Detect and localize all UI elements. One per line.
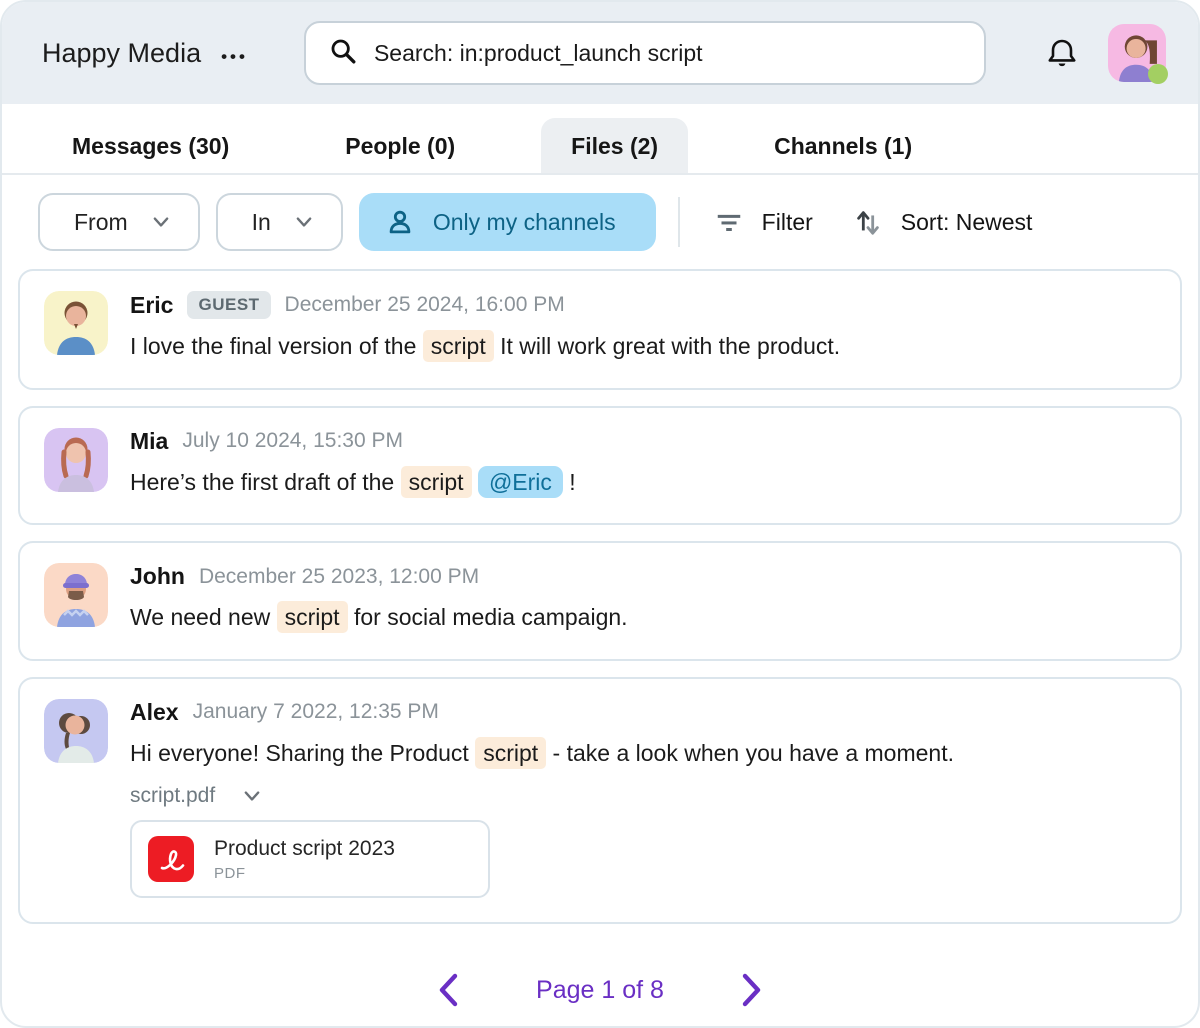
pdf-file-icon [148,836,194,882]
message-segment: Here’s the first draft of the [130,469,401,495]
file-attachment-card[interactable]: Product script 2023 PDF [130,820,490,898]
attachment-filename: script.pdf [130,784,215,808]
message-text: I love the final version of the script I… [130,329,1156,364]
filter-button[interactable]: Filter [702,207,825,237]
message-text: Hi everyone! Sharing the Product script … [130,736,1156,771]
timestamp: December 25 2023, 12:00 PM [199,565,479,589]
filter-bar: From In Only my channels Filter Sort: Ne… [2,175,1198,265]
page-indicator: Page 1 of 8 [536,976,664,1005]
user-name: Alex [130,699,179,726]
message-segment: I love the final version of the [130,333,423,359]
timestamp: January 7 2022, 12:35 PM [193,700,439,724]
timestamp: December 25 2024, 16:00 PM [285,293,565,317]
search-term-highlight: script [475,737,546,769]
workspace-name: Happy Media [42,38,201,69]
next-page-chevron-icon[interactable] [730,966,772,1014]
avatar [44,291,108,355]
person-icon [385,207,415,237]
tab-people[interactable]: People (0) [315,118,485,173]
chevron-down-icon [150,211,172,233]
file-type-label: PDF [214,865,395,882]
file-title: Product script 2023 [214,837,395,861]
search-tabs: Messages (30) People (0) Files (2) Chann… [2,118,1198,175]
user-name: Mia [130,428,168,455]
search-results-list: Eric GUEST December 25 2024, 16:00 PM I … [2,265,1198,924]
search-icon [328,36,358,71]
message-segment: It will work great with the product. [494,333,840,359]
avatar [44,699,108,763]
message-segment: for social media campaign. [348,604,628,630]
previous-page-chevron-icon[interactable] [428,966,470,1014]
sort-arrows-icon [853,207,883,237]
notifications-bell-icon[interactable] [1042,32,1082,74]
message-text: We need new script for social media camp… [130,600,1156,635]
chevron-down-icon [293,211,315,233]
pagination: Page 1 of 8 [2,940,1198,1024]
search-input[interactable] [374,40,962,67]
search-term-highlight: script [401,466,472,498]
guest-badge: GUEST [187,291,270,319]
result-card-eric[interactable]: Eric GUEST December 25 2024, 16:00 PM I … [18,269,1182,390]
header-actions [1042,24,1166,82]
in-filter-dropdown[interactable]: In [216,193,343,251]
message-segment: - take a look when you have a moment. [546,740,954,766]
timestamp: July 10 2024, 15:30 PM [182,429,403,453]
avatar [44,428,108,492]
workspace-switcher[interactable]: Happy Media ••• [42,38,248,69]
user-name: Eric [130,292,173,319]
message-segment [472,469,478,495]
top-bar: Happy Media ••• [2,2,1198,104]
search-term-highlight: script [423,330,494,362]
chevron-down-icon [241,785,263,807]
filter-icon [714,207,744,237]
tab-files[interactable]: Files (2) [541,118,688,173]
from-filter-dropdown[interactable]: From [38,193,200,251]
result-card-mia[interactable]: Mia July 10 2024, 15:30 PM Here’s the fi… [18,406,1182,526]
user-mention[interactable]: @Eric [478,466,563,498]
only-my-channels-toggle[interactable]: Only my channels [359,193,656,251]
user-name: John [130,563,185,590]
search-bar[interactable] [304,21,986,85]
only-my-channels-label: Only my channels [433,209,616,236]
sort-button[interactable]: Sort: Newest [841,207,1045,237]
from-filter-label: From [74,209,128,236]
tab-messages[interactable]: Messages (30) [42,118,259,173]
message-segment: ! [563,469,576,495]
in-filter-label: In [252,209,271,236]
search-results-page: Happy Media ••• [0,0,1200,1028]
avatar [44,563,108,627]
online-status-dot [1148,64,1168,84]
filter-label: Filter [762,209,813,236]
search-term-highlight: script [277,601,348,633]
attachment-collapse-toggle[interactable]: script.pdf [130,784,263,808]
message-segment: Hi everyone! Sharing the Product [130,740,475,766]
result-card-alex[interactable]: Alex January 7 2022, 12:35 PM Hi everyon… [18,677,1182,925]
profile-avatar[interactable] [1108,24,1166,82]
result-card-john[interactable]: John December 25 2023, 12:00 PM We need … [18,541,1182,661]
sort-label: Sort: Newest [901,209,1033,236]
tab-channels[interactable]: Channels (1) [744,118,942,173]
divider [678,197,680,247]
message-text: Here’s the first draft of the script @Er… [130,465,1156,500]
workspace-menu-icon[interactable]: ••• [221,47,248,67]
message-segment: We need new [130,604,277,630]
